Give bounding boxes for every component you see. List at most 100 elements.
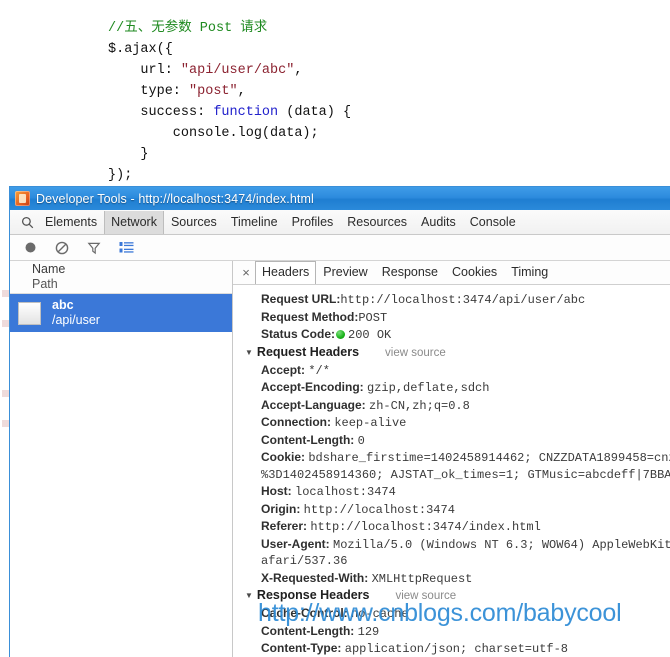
response-headers-title: Response Headers: [256, 588, 370, 602]
request-header-value: XMLHttpRequest: [371, 571, 473, 586]
tab-cookies[interactable]: Cookies: [445, 261, 504, 284]
request-header-value: %3D1402458914360; AJSTAT_ok_times=1; GTM…: [261, 467, 670, 482]
request-header-value: http://localhost:3474: [303, 502, 455, 517]
request-url-value: http://localhost:3474/api/user/abc: [340, 293, 586, 307]
request-headers-entries: Accept: */* Accept-Encoding: gzip,deflate…: [233, 362, 670, 588]
code-token-plain: success:: [108, 105, 214, 120]
request-header-key: X-Requested-With:: [261, 570, 372, 585]
request-header-value: zh-CN,zh;q=0.8: [369, 398, 470, 413]
code-token-comment: //五、无参数 Post 请求: [108, 21, 268, 36]
request-header-entry: Referer: http://localhost:3474/index.htm…: [233, 518, 670, 536]
response-headers-section-header[interactable]: ▼ Response Headers view source: [233, 587, 670, 605]
filter-funnel-icon[interactable]: [86, 240, 102, 256]
network-request-rows: abc /api/user: [10, 294, 232, 657]
request-header-entry: Cookie: bdshare_firstime=1402458914462; …: [233, 449, 670, 467]
request-header-value: */*: [308, 363, 330, 378]
status-text: OK: [376, 328, 392, 342]
request-header-entry: %3D1402458914360; AJSTAT_ok_times=1; GTM…: [233, 467, 670, 484]
code-token-plain: (data) {: [278, 105, 352, 120]
green-status-dot: [336, 330, 346, 339]
tab-timeline[interactable]: Timeline: [224, 211, 285, 234]
search-icon[interactable]: [16, 216, 38, 229]
request-path: /api/user: [52, 313, 100, 327]
code-token-plain: }: [108, 147, 149, 162]
tab-audits[interactable]: Audits: [414, 211, 463, 234]
tab-network[interactable]: Network: [104, 210, 164, 234]
window-titlebar: Developer Tools - http://localhost:3474/…: [10, 187, 670, 210]
developer-tools-window: Developer Tools - http://localhost:3474/…: [9, 186, 670, 657]
table-row[interactable]: abc /api/user: [10, 294, 232, 332]
tab-console[interactable]: Console: [463, 211, 523, 234]
record-circle-icon[interactable]: [22, 240, 38, 256]
code-line-3: type: "post",: [108, 81, 351, 102]
code-snippet-area: //五、无参数 Post 请求 $.ajax({ url: "api/user/a…: [0, 0, 670, 186]
view-source-link-request[interactable]: view source: [385, 345, 446, 362]
tab-timing[interactable]: Timing: [504, 261, 555, 284]
request-header-key: Content-Length:: [261, 432, 358, 447]
code-token-kw: function: [213, 105, 279, 120]
tab-resources[interactable]: Resources: [340, 211, 414, 234]
request-header-value: gzip,deflate,sdch: [367, 381, 490, 395]
chevron-down-icon: ▼: [245, 347, 253, 357]
status-code-label: Status Code:: [261, 327, 336, 341]
code-token-plain: ,: [294, 63, 303, 78]
headers-content[interactable]: Request URL:http://localhost:3474/api/us…: [233, 285, 670, 657]
code-token-str: "post": [189, 84, 238, 99]
network-column-header[interactable]: Name Path: [10, 261, 232, 294]
request-header-key: Accept:: [261, 362, 309, 377]
code-line-4: success: function (data) {: [108, 102, 351, 123]
code-line-6: }: [108, 144, 351, 165]
tab-headers[interactable]: Headers: [255, 261, 317, 284]
tab-preview[interactable]: Preview: [316, 261, 374, 284]
network-requests-panel: Name Path abc /api/user: [10, 261, 233, 657]
response-header-value: no-cache: [351, 607, 409, 621]
code-token-plain: type:: [108, 84, 190, 99]
response-headers-entries: Cache-Control: no-cache Content-Length: 1…: [233, 605, 670, 657]
request-type-icon: [18, 301, 41, 325]
request-header-key: User-Agent:: [261, 536, 334, 551]
code-line-7: });: [108, 165, 351, 186]
tab-profiles[interactable]: Profiles: [285, 211, 341, 234]
chevron-down-icon: ▼: [245, 591, 253, 600]
network-toolbar: [10, 235, 670, 261]
request-header-value: afari/537.36: [261, 554, 348, 568]
request-header-key: Cookie:: [261, 450, 309, 464]
code-token-plain: });: [108, 168, 133, 183]
request-method-line: Request Method:POST: [233, 309, 670, 327]
devtools-tabbar: Elements Network Sources Timeline Profil…: [10, 210, 670, 235]
tab-sources[interactable]: Sources: [164, 211, 224, 234]
response-header-key: Cache-Control:: [261, 606, 351, 620]
view-source-link-response[interactable]: view source: [395, 588, 456, 605]
request-header-key: Connection:: [261, 415, 335, 429]
request-header-entry: Accept-Language: zh-CN,zh;q=0.8: [233, 397, 670, 415]
request-header-value: Mozilla/5.0 (Windows NT 6.3; WOW64) Appl…: [333, 537, 670, 552]
request-name: abc: [52, 298, 74, 312]
request-header-value: 0: [357, 433, 365, 448]
request-header-entry: Host: localhost:3474: [233, 483, 670, 501]
clear-prohibited-icon[interactable]: [54, 240, 70, 256]
code-token-plain: url:: [108, 63, 181, 78]
request-header-entry: Origin: http://localhost:3474: [233, 501, 670, 519]
code-line-0: //五、无参数 Post 请求: [108, 18, 351, 39]
request-header-key: Accept-Encoding:: [261, 380, 368, 394]
column-header-name: Name: [32, 262, 66, 276]
tab-response[interactable]: Response: [375, 261, 445, 284]
request-header-value: bdshare_firstime=1402458914462; CNZZDATA…: [308, 451, 670, 465]
response-header-key: Content-Length:: [261, 623, 358, 638]
request-detail-panel: × Headers Preview Response Cookies Timin…: [233, 261, 670, 657]
request-headers-section-header[interactable]: ▼ Request Headers view source: [233, 344, 670, 362]
response-header-key: Content-Type:: [261, 641, 345, 655]
request-header-entry: Accept-Encoding: gzip,deflate,sdch: [233, 379, 670, 397]
request-header-entry: Content-Length: 0: [233, 432, 670, 450]
code-line-2: url: "api/user/abc",: [108, 60, 351, 81]
code-line-1: $.ajax({: [108, 39, 351, 60]
response-header-value: 129: [357, 624, 380, 639]
request-header-key: Referer:: [261, 519, 311, 533]
large-rows-list-icon[interactable]: [118, 240, 134, 256]
request-header-key: Origin:: [261, 501, 304, 516]
code-line-5: console.log(data);: [108, 123, 351, 144]
tab-elements[interactable]: Elements: [38, 211, 104, 234]
request-header-entry: afari/537.36: [233, 553, 670, 570]
close-icon[interactable]: ×: [237, 265, 255, 280]
request-header-entry: X-Requested-With: XMLHttpRequest: [233, 570, 670, 588]
